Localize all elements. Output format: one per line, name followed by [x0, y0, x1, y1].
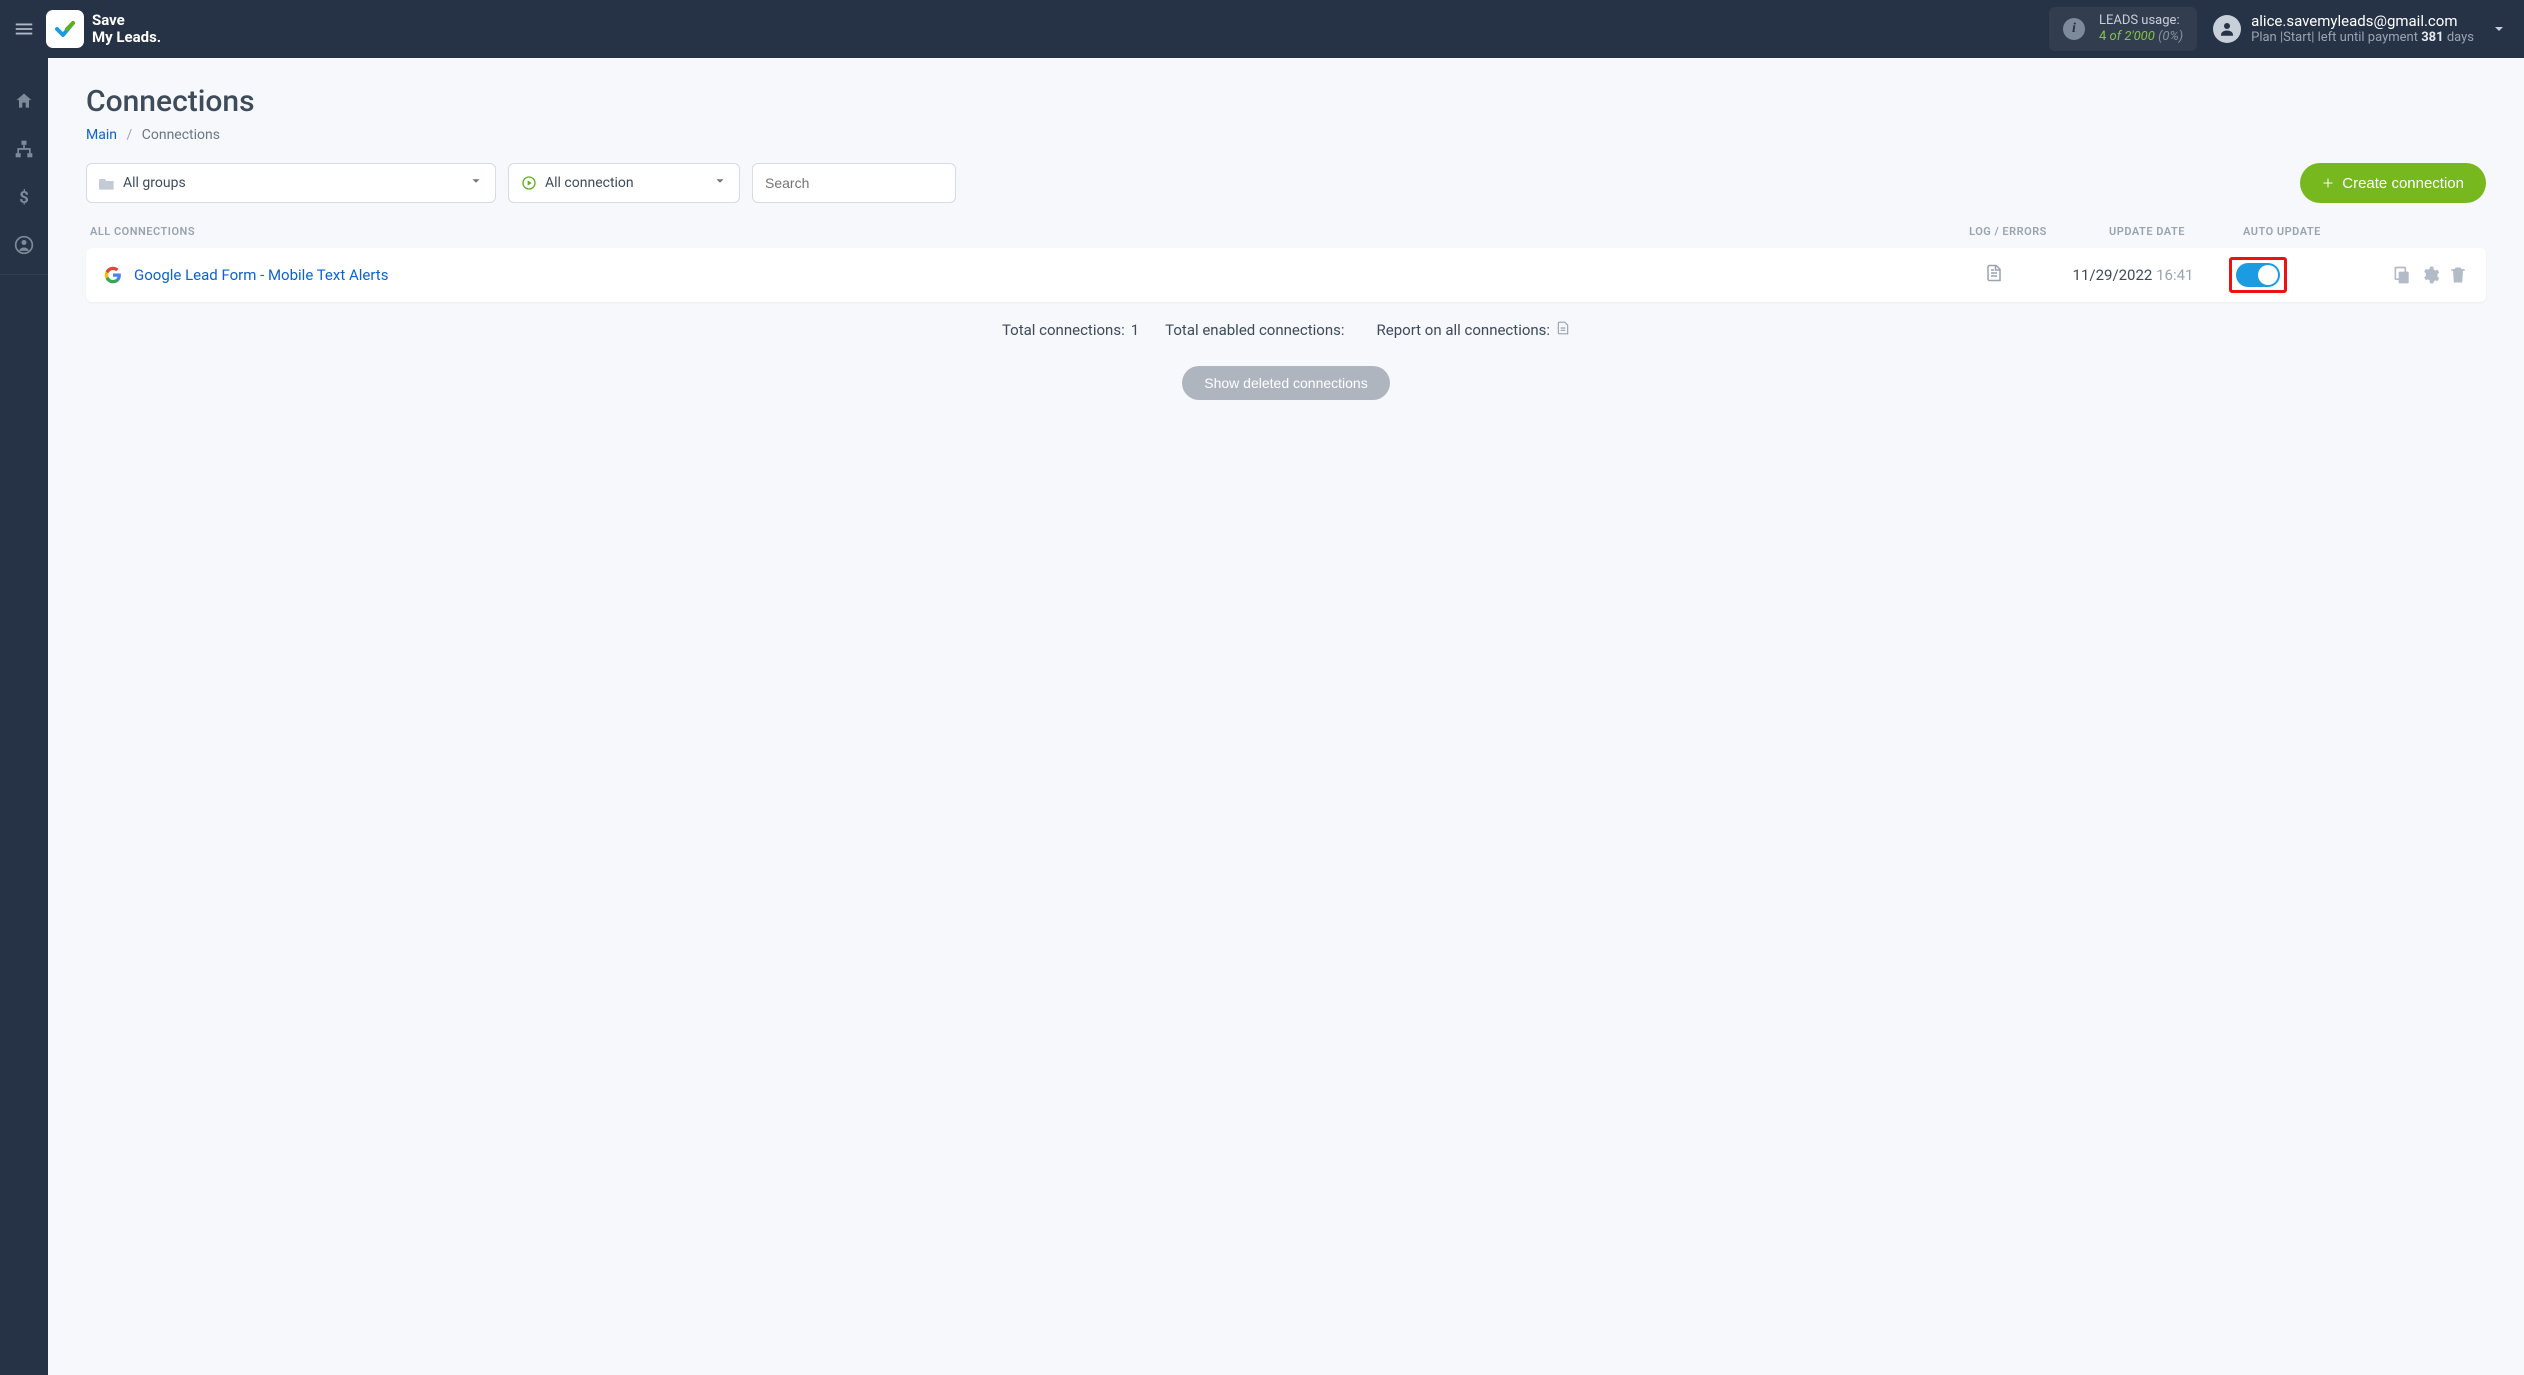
sidebar-item-connections[interactable] [0, 126, 48, 172]
th-log: LOG / ERRORS [1959, 225, 2057, 238]
toggle-knob [2258, 265, 2278, 285]
brand-text-line1: Save [92, 12, 161, 29]
chevron-down-icon [469, 174, 483, 192]
trash-icon [2448, 265, 2468, 285]
plus-icon [2322, 177, 2334, 189]
svg-text:$: $ [19, 189, 29, 207]
sidebar: $ [0, 58, 48, 1375]
gear-icon [2420, 265, 2440, 285]
breadcrumb-sep: / [126, 127, 132, 143]
usage-percent: (0%) [2158, 29, 2183, 44]
brand-text-line2: My Leads. [92, 29, 161, 46]
groups-select[interactable]: All groups [86, 163, 496, 203]
brand-logo[interactable]: Save My Leads. [46, 10, 161, 48]
chevron-down-icon [2491, 21, 2507, 37]
auto-update-highlight [2229, 257, 2287, 293]
sidebar-divider [0, 274, 48, 275]
document-icon [1985, 263, 2003, 283]
account-menu[interactable]: alice.savemyleads@gmail.com Plan |Start|… [2213, 12, 2474, 47]
left-prefix: left until payment [2318, 30, 2418, 45]
sitemap-icon [14, 139, 34, 159]
days-word: days [2447, 30, 2474, 45]
check-icon [53, 17, 77, 41]
table-header: ALL CONNECTIONS LOG / ERRORS UPDATE DATE… [86, 225, 2486, 248]
avatar-icon [2213, 15, 2241, 43]
account-text: alice.savemyleads@gmail.com Plan |Start|… [2251, 12, 2474, 47]
usage-text: LEADS usage: 4 of 2'000 (0%) [2099, 13, 2183, 46]
show-deleted-button[interactable]: Show deleted connections [1182, 366, 1389, 400]
update-time: 16:41 [2156, 266, 2193, 284]
usage-title: LEADS usage: [2099, 13, 2183, 29]
person-circle-icon [14, 235, 34, 255]
cell-actions [2368, 265, 2468, 285]
enabled-label: Total enabled connections: [1165, 321, 1344, 339]
total-label: Total connections: [1002, 321, 1125, 339]
sidebar-item-account[interactable] [0, 222, 48, 268]
plan-name: Start [2283, 30, 2311, 45]
usage-value: 4 [2099, 29, 2106, 44]
play-circle-icon [521, 175, 537, 191]
usage-of: of [2110, 29, 2122, 44]
total-value: 1 [1131, 321, 1139, 339]
delete-button[interactable] [2448, 265, 2468, 285]
search-field[interactable] [752, 163, 956, 203]
table-row: Google Lead Form - Mobile Text Alerts 11… [86, 248, 2486, 302]
auto-update-toggle[interactable] [2236, 263, 2280, 287]
cell-log [1945, 263, 2043, 287]
filters-row: All groups All connection Create connect… [86, 163, 2486, 203]
brand-text: Save My Leads. [92, 12, 161, 47]
search-input[interactable] [765, 175, 943, 191]
account-email: alice.savemyleads@gmail.com [2251, 12, 2474, 31]
dollar-icon: $ [14, 187, 34, 207]
breadcrumb: Main / Connections [86, 127, 2486, 143]
main-content: Connections Main / Connections All group… [48, 58, 2524, 1375]
google-icon [104, 266, 122, 284]
log-button[interactable] [1985, 263, 2003, 287]
create-connection-label: Create connection [2342, 175, 2464, 192]
report-button[interactable] [1556, 320, 1570, 340]
account-caret-button[interactable] [2484, 14, 2514, 44]
copy-button[interactable] [2392, 265, 2412, 285]
sidebar-item-billing[interactable]: $ [0, 174, 48, 220]
days-value: 381 [2421, 30, 2443, 45]
logo-mark [46, 10, 84, 48]
settings-button[interactable] [2420, 265, 2440, 285]
update-date: 11/29/2022 [2073, 266, 2153, 284]
topbar: Save My Leads. i LEADS usage: 4 of 2'000… [0, 0, 2524, 58]
status-select[interactable]: All connection [508, 163, 740, 203]
menu-toggle-button[interactable] [0, 0, 48, 58]
chevron-down-icon [713, 174, 727, 192]
summary-row: Total connections: 1 Total enabled conne… [86, 320, 2486, 340]
plan-label: Plan [2251, 30, 2277, 45]
usage-limit: 2'000 [2124, 29, 2155, 44]
create-connection-button[interactable]: Create connection [2300, 163, 2486, 203]
breadcrumb-main[interactable]: Main [86, 127, 117, 143]
breadcrumb-current: Connections [142, 127, 220, 143]
cell-auto-update [2223, 257, 2368, 293]
home-icon [14, 91, 34, 111]
th-all-connections: ALL CONNECTIONS [90, 225, 1959, 238]
page-title: Connections [86, 84, 2486, 119]
hamburger-icon [13, 18, 35, 40]
status-select-label: All connection [545, 175, 713, 191]
cell-date: 11/29/2022 16:41 [2043, 266, 2223, 284]
document-icon [1556, 320, 1570, 336]
th-update-date: UPDATE DATE [2057, 225, 2237, 238]
info-icon: i [2063, 18, 2085, 40]
connection-link[interactable]: Google Lead Form - Mobile Text Alerts [134, 266, 1945, 284]
sidebar-item-home[interactable] [0, 78, 48, 124]
copy-icon [2392, 265, 2412, 285]
th-auto-update: AUTO UPDATE [2237, 225, 2382, 238]
report-label: Report on all connections: [1377, 321, 1551, 339]
folder-icon [99, 176, 115, 190]
person-icon [2218, 20, 2236, 38]
usage-panel[interactable]: i LEADS usage: 4 of 2'000 (0%) [2049, 7, 2197, 51]
groups-select-label: All groups [123, 175, 469, 191]
